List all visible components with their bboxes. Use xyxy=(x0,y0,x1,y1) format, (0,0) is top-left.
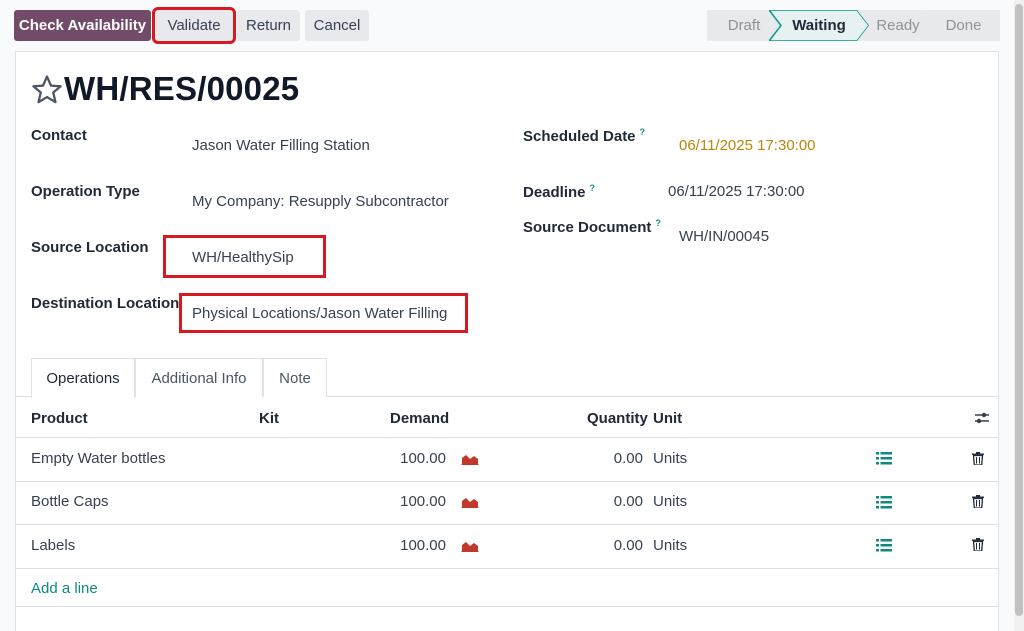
tab-additional-info[interactable]: Additional Info xyxy=(135,358,263,397)
source-document-label-text: Source Document xyxy=(523,219,652,236)
scheduled-date-field[interactable]: 06/11/2025 17:30:00 xyxy=(679,137,816,154)
cancel-button[interactable]: Cancel xyxy=(305,10,369,41)
form-sheet xyxy=(15,51,999,631)
scrollbar[interactable] xyxy=(1014,0,1024,631)
deadline-label-text: Deadline xyxy=(523,184,586,201)
source-location-field[interactable]: WH/HealthySip xyxy=(192,249,294,266)
operation-type-label: Operation Type xyxy=(31,183,140,200)
return-button[interactable]: Return xyxy=(237,10,300,41)
demand-cell[interactable]: 100.00 xyxy=(380,450,446,467)
add-line-link[interactable]: Add a line xyxy=(31,580,98,597)
validate-button[interactable]: Validate xyxy=(152,7,236,44)
help-icon[interactable]: ? xyxy=(640,127,646,137)
help-icon[interactable]: ? xyxy=(655,218,661,228)
scheduled-date-label: Scheduled Date? xyxy=(523,127,645,145)
unit-cell[interactable]: Units xyxy=(653,493,687,510)
trash-icon[interactable] xyxy=(972,538,984,551)
area-chart-icon[interactable] xyxy=(461,496,479,508)
row-divider xyxy=(15,481,999,482)
list-icon[interactable] xyxy=(876,452,892,465)
record-title: WH/RES/00025 xyxy=(64,70,300,107)
check-availability-button[interactable]: Check Availability xyxy=(14,10,151,41)
tab-operations[interactable]: Operations xyxy=(31,358,135,398)
destination-location-field[interactable]: Physical Locations/Jason Water Filling S… xyxy=(192,305,451,322)
column-quantity[interactable]: Quantity xyxy=(587,410,648,427)
quantity-cell[interactable]: 0.00 xyxy=(590,537,643,554)
unit-cell[interactable]: Units xyxy=(653,450,687,467)
tab-note[interactable]: Note xyxy=(263,358,327,397)
scrollbar-thumb[interactable] xyxy=(1015,4,1023,616)
stage-ready[interactable]: Ready xyxy=(857,10,939,41)
star-icon[interactable] xyxy=(30,73,64,107)
column-kit[interactable]: Kit xyxy=(259,410,279,427)
product-cell[interactable]: Labels xyxy=(31,537,75,554)
list-icon[interactable] xyxy=(876,496,892,509)
row-divider xyxy=(15,568,999,569)
contact-label: Contact xyxy=(31,127,87,144)
deadline-field[interactable]: 06/11/2025 17:30:00 xyxy=(668,183,805,200)
source-document-field[interactable]: WH/IN/00045 xyxy=(679,228,769,245)
row-divider xyxy=(15,606,999,607)
stage-draft[interactable]: Draft xyxy=(707,10,781,41)
status-bar: Draft Waiting Ready Done xyxy=(707,10,1000,41)
area-chart-icon[interactable] xyxy=(461,453,479,465)
deadline-label: Deadline? xyxy=(523,183,595,201)
product-cell[interactable]: Empty Water bottles xyxy=(31,450,166,467)
stage-waiting[interactable]: Waiting xyxy=(769,10,869,41)
destination-location-label: Destination Location xyxy=(31,295,180,312)
demand-cell[interactable]: 100.00 xyxy=(380,537,446,554)
source-location-label: Source Location xyxy=(31,239,149,256)
column-product[interactable]: Product xyxy=(31,410,88,427)
scheduled-date-label-text: Scheduled Date xyxy=(523,128,636,145)
quantity-cell[interactable]: 0.00 xyxy=(590,493,643,510)
unit-cell[interactable]: Units xyxy=(653,537,687,554)
column-unit[interactable]: Unit xyxy=(653,410,682,427)
trash-icon[interactable] xyxy=(972,495,984,508)
product-cell[interactable]: Bottle Caps xyxy=(31,493,109,510)
sliders-icon[interactable] xyxy=(974,411,990,425)
row-divider xyxy=(15,524,999,525)
help-icon[interactable]: ? xyxy=(590,183,596,193)
quantity-cell[interactable]: 0.00 xyxy=(590,450,643,467)
source-document-label: Source Document? xyxy=(523,218,661,236)
trash-icon[interactable] xyxy=(972,452,984,465)
operation-type-field[interactable]: My Company: Resupply Subcontractor xyxy=(192,193,449,210)
area-chart-icon[interactable] xyxy=(461,540,479,552)
list-icon[interactable] xyxy=(876,539,892,552)
demand-cell[interactable]: 100.00 xyxy=(380,493,446,510)
control-panel: Check Availability Validate Return Cance… xyxy=(0,0,1024,50)
contact-field[interactable]: Jason Water Filling Station xyxy=(192,137,370,154)
table-header-divider xyxy=(15,437,999,438)
column-demand[interactable]: Demand xyxy=(390,410,449,427)
